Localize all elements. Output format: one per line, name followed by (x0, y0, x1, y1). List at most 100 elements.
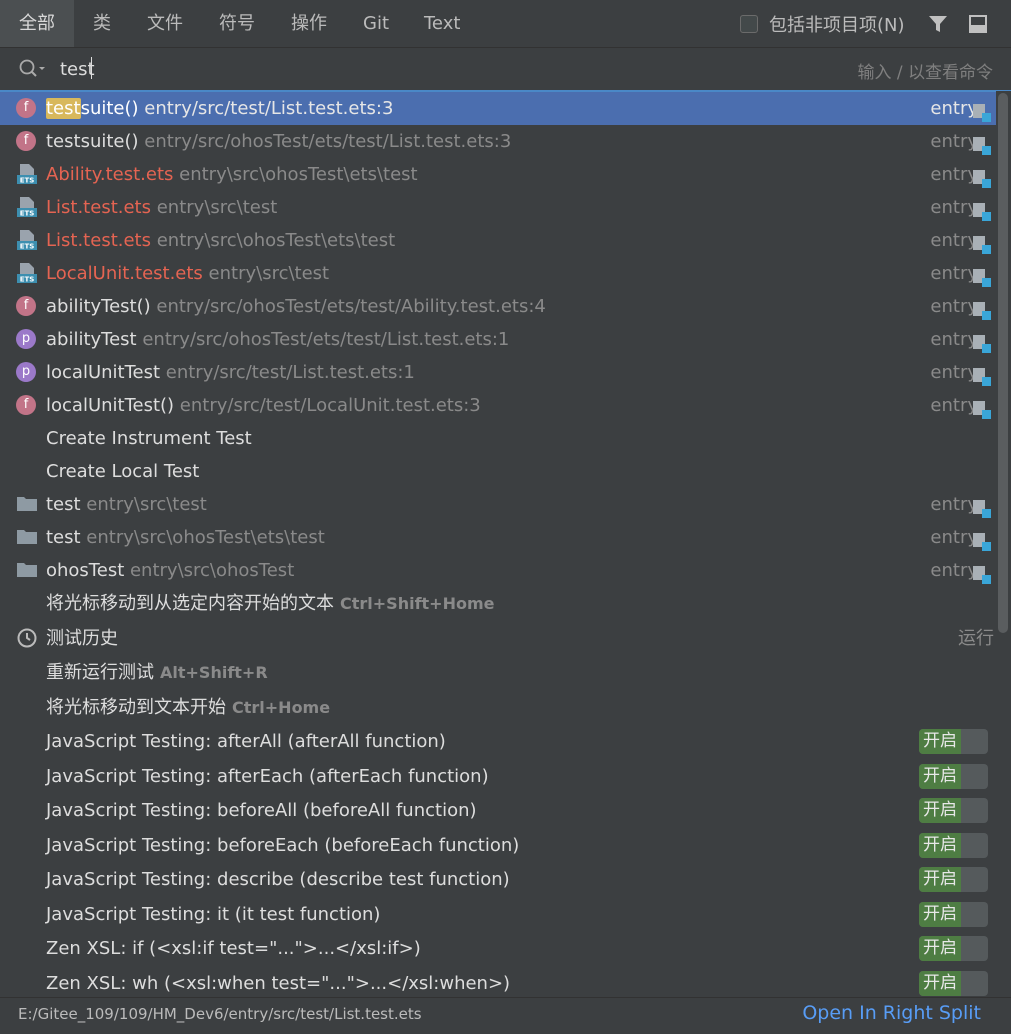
scrollbar-thumb[interactable] (998, 93, 1008, 633)
result-row[interactable]: 测试历史 运行 (0, 622, 996, 655)
result-row[interactable]: f localUnitTest() entry/src/test/LocalUni… (0, 389, 996, 422)
module-icon (972, 497, 992, 518)
module-icon (972, 233, 992, 254)
enable-toggle[interactable]: 开启 (919, 729, 988, 754)
tab-classes[interactable]: 类 (74, 0, 130, 47)
enable-toggle[interactable]: 开启 (919, 833, 988, 858)
tab-actions[interactable]: 操作 (272, 0, 346, 47)
result-row[interactable]: p abilityTest entry/src/ohosTest/ets/test… (0, 323, 996, 356)
tab-all[interactable]: 全部 (0, 0, 74, 47)
property-icon: p (16, 362, 38, 384)
include-non-project-label: 包括非项目项(N) (769, 14, 905, 36)
result-row[interactable]: Zen XSL: if (<xsl:if test="...">...</xsl… (0, 932, 996, 965)
search-everywhere-popup: 全部 类 文件 符号 操作 Git Text 包括非项目项(N) 输入 / 以查… (0, 0, 1011, 1034)
module-name: entry (930, 527, 978, 548)
match-highlight: test (46, 98, 81, 119)
result-name: JavaScript Testing: describe (describe t… (46, 869, 510, 890)
result-path: entry/src/test/List.test.ets:1 (160, 362, 415, 383)
result-row[interactable]: ETS LocalUnit.test.ets entry\src\test entr… (0, 257, 996, 290)
result-row[interactable]: ETS Ability.test.ets entry\src\ohosTest\e… (0, 158, 996, 191)
result-row[interactable]: ETS List.test.ets entry\src\test entry (0, 191, 996, 224)
result-name: test (46, 527, 81, 548)
tab-files[interactable]: 文件 (128, 0, 202, 47)
enable-toggle[interactable]: 开启 (919, 798, 988, 823)
property-icon: p (16, 329, 38, 351)
toggle-on-label: 开启 (919, 798, 961, 823)
svg-text:ETS: ETS (20, 177, 35, 185)
result-row[interactable]: ETS List.test.ets entry\src\ohosTest\ets\… (0, 224, 996, 257)
result-text: abilityTest entry/src/ohosTest/ets/test/… (46, 323, 509, 356)
result-row[interactable]: ohosTest entry\src\ohosTest entry (0, 554, 996, 587)
result-name: JavaScript Testing: beforeEach (beforeEa… (46, 835, 520, 856)
result-path: entry/src/ohosTest/ets/test/List.test.et… (136, 329, 510, 350)
enable-toggle[interactable]: 开启 (919, 902, 988, 927)
module-icon (972, 134, 992, 155)
result-row[interactable]: JavaScript Testing: beforeAll (beforeAll… (0, 794, 996, 827)
result-row[interactable]: 将光标移动到从选定内容开始的文本 Ctrl+Shift+Home (0, 587, 996, 620)
module-name: entry (930, 98, 978, 119)
result-row[interactable]: Create Local Test (0, 455, 996, 488)
result-row[interactable]: JavaScript Testing: it (it test function… (0, 898, 996, 931)
result-row[interactable]: JavaScript Testing: describe (describe t… (0, 863, 996, 896)
selected-file-path: E:/Gitee_109/109/HM_Dev6/entry/src/test/… (18, 1005, 422, 1023)
result-path: entry/src/ohosTest/ets/test/Ability.test… (150, 296, 546, 317)
result-path: entry\src\test (80, 494, 207, 515)
function-icon: f (16, 131, 38, 153)
module-icon (972, 167, 992, 188)
enable-toggle[interactable]: 开启 (919, 867, 988, 892)
open-in-right-split-link[interactable]: Open In Right Split (802, 1002, 981, 1024)
result-row[interactable]: JavaScript Testing: afterAll (afterAll f… (0, 725, 996, 758)
ets-file-icon: ETS (16, 262, 38, 284)
preview-panel-icon[interactable] (966, 12, 990, 36)
search-icon[interactable] (18, 57, 46, 81)
enable-toggle[interactable]: 开启 (919, 936, 988, 961)
module-label: entry (930, 521, 991, 554)
result-text: Zen XSL: wh (<xsl:when test="...">...</x… (46, 967, 510, 997)
result-row[interactable]: JavaScript Testing: beforeEach (beforeEa… (0, 829, 996, 862)
module-label: entry (930, 323, 991, 356)
module-label: entry (930, 224, 991, 257)
result-row[interactable]: f testsuite() entry/src/test/List.test.et… (0, 92, 996, 125)
result-text: JavaScript Testing: afterEach (afterEach… (46, 760, 489, 793)
filter-icon[interactable] (926, 12, 950, 36)
tab-bar: 全部 类 文件 符号 操作 Git Text 包括非项目项(N) (0, 0, 1011, 48)
footer: E:/Gitee_109/109/HM_Dev6/entry/src/test/… (0, 997, 1011, 1034)
result-row[interactable]: 将光标移动到文本开始 Ctrl+Home (0, 691, 996, 724)
result-name: ohosTest (46, 560, 125, 581)
module-icon (972, 332, 992, 353)
result-row[interactable]: 重新运行测试 Alt+Shift+R (0, 656, 996, 689)
search-input[interactable] (60, 54, 660, 84)
results-scrollbar[interactable] (996, 91, 1011, 997)
toggle-on-label: 开启 (919, 729, 961, 754)
result-text: test entry\src\ohosTest\ets\test (46, 521, 325, 554)
result-name: abilityTest (46, 329, 137, 350)
result-name: abilityTest() (46, 296, 151, 317)
module-label: entry (930, 488, 991, 521)
results-list: f testsuite() entry/src/test/List.test.et… (0, 91, 996, 997)
module-icon (972, 530, 992, 551)
result-row[interactable]: p localUnitTest entry/src/test/List.test.… (0, 356, 996, 389)
enable-toggle[interactable]: 开启 (919, 764, 988, 789)
result-row[interactable]: Zen XSL: wh (<xsl:when test="...">...</x… (0, 967, 996, 997)
result-text: testsuite() entry/src/ohosTest/ets/test/… (46, 125, 511, 158)
result-text: 将光标移动到从选定内容开始的文本 Ctrl+Shift+Home (46, 587, 495, 620)
result-row[interactable]: test entry\src\test entry (0, 488, 996, 521)
result-name: localUnitTest() (46, 395, 175, 416)
result-row[interactable]: test entry\src\ohosTest\ets\test entry (0, 521, 996, 554)
module-icon (972, 101, 992, 122)
result-row[interactable]: f abilityTest() entry/src/ohosTest/ets/te… (0, 290, 996, 323)
module-icon (972, 266, 992, 287)
result-text: 重新运行测试 Alt+Shift+R (46, 656, 268, 689)
result-row[interactable]: f testsuite() entry/src/ohosTest/ets/test… (0, 125, 996, 158)
result-row[interactable]: JavaScript Testing: afterEach (afterEach… (0, 760, 996, 793)
result-row[interactable]: Create Instrument Test (0, 422, 996, 455)
tab-symbols[interactable]: 符号 (200, 0, 274, 47)
tab-text[interactable]: Text (405, 0, 479, 47)
enable-toggle[interactable]: 开启 (919, 971, 988, 996)
result-name: Ability.test.ets (46, 164, 174, 185)
module-label: entry (930, 158, 991, 191)
include-non-project-checkbox[interactable] (740, 14, 758, 33)
tab-git[interactable]: Git (344, 0, 408, 47)
module-name: entry (930, 395, 978, 416)
include-non-project-toggle[interactable]: 包括非项目项(N) (740, 0, 905, 47)
